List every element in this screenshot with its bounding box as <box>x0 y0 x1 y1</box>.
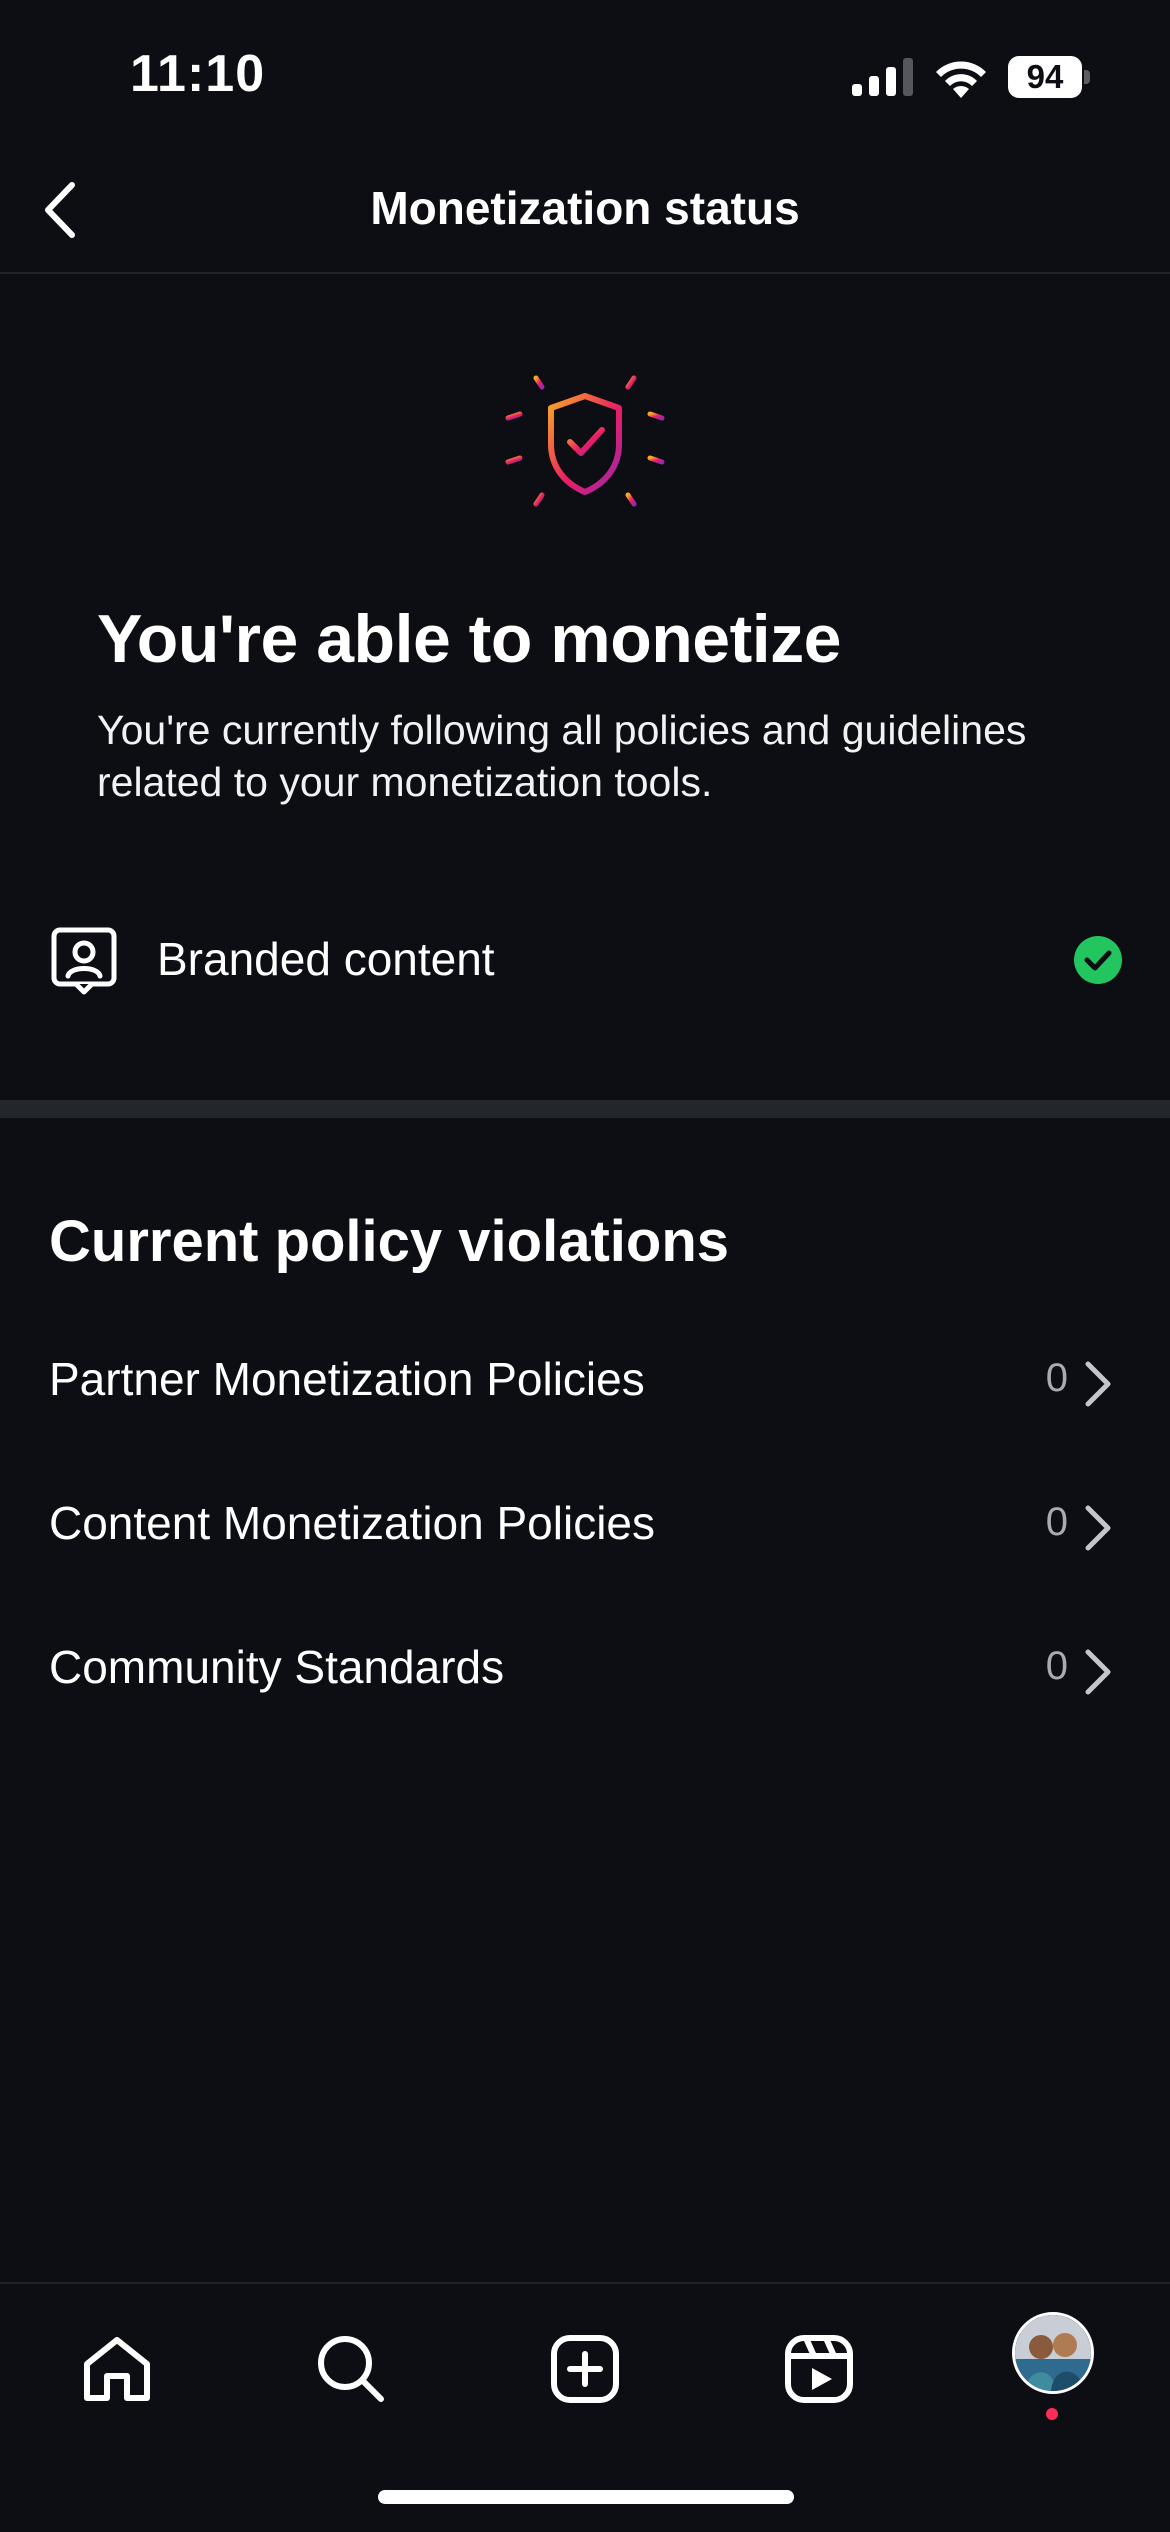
policy-row-community-standards[interactable]: Community Standards 0 <box>0 1612 1170 1732</box>
branded-content-label: Branded content <box>157 933 495 985</box>
search-icon <box>318 2336 384 2402</box>
policy-count: 0 <box>1045 1356 1068 1400</box>
section-divider <box>0 1100 1170 1118</box>
create-icon <box>551 2335 619 2403</box>
page-title: Monetization status <box>370 182 800 234</box>
monetization-status-screen: 11:10 94 Monetization status You're able… <box>0 0 1170 2532</box>
notification-dot <box>1046 2408 1058 2420</box>
home-indicator[interactable] <box>378 2490 794 2504</box>
policy-row-content-monetization[interactable]: Content Monetization Policies 0 <box>0 1468 1170 1588</box>
profile-avatar[interactable] <box>1012 2312 1094 2394</box>
battery-level: 94 <box>1026 58 1064 95</box>
tab-home[interactable] <box>57 2314 177 2424</box>
back-button[interactable] <box>20 170 100 250</box>
policy-count: 0 <box>1045 1500 1068 1544</box>
signal-icon <box>852 58 913 96</box>
policy-label: Content Monetization Policies <box>49 1497 655 1549</box>
chevron-right-icon <box>1085 1649 1111 1695</box>
hero-title: You're able to monetize <box>97 601 841 677</box>
hero-description: You're currently following all policies … <box>97 707 1027 805</box>
status-bar: 11:10 94 <box>0 0 1170 150</box>
violations-title: Current policy violations <box>49 1209 729 1274</box>
shield-check-icon <box>505 357 665 527</box>
policy-row-partner-monetization[interactable]: Partner Monetization Policies 0 <box>0 1324 1170 1444</box>
branded-content-icon <box>51 927 117 995</box>
branded-content-row: Branded content <box>0 900 1170 1020</box>
tab-reels[interactable] <box>759 2314 879 2424</box>
tab-search[interactable] <box>291 2314 411 2424</box>
battery-icon: 94 <box>1008 56 1090 98</box>
reels-icon <box>785 2335 853 2403</box>
status-time: 11:10 <box>130 45 266 103</box>
nav-bar: Monetization status <box>0 150 1170 274</box>
tab-create[interactable] <box>525 2314 645 2424</box>
avatar-image <box>1015 2315 1091 2391</box>
policy-count: 0 <box>1045 1644 1068 1688</box>
wifi-icon <box>936 61 986 98</box>
policy-label: Community Standards <box>49 1641 505 1693</box>
policy-label: Partner Monetization Policies <box>49 1353 645 1405</box>
check-circle-icon <box>1074 936 1122 984</box>
chevron-right-icon <box>1085 1505 1111 1551</box>
chevron-right-icon <box>1085 1361 1111 1407</box>
home-icon <box>84 2337 150 2401</box>
chevron-left-icon <box>45 182 75 238</box>
